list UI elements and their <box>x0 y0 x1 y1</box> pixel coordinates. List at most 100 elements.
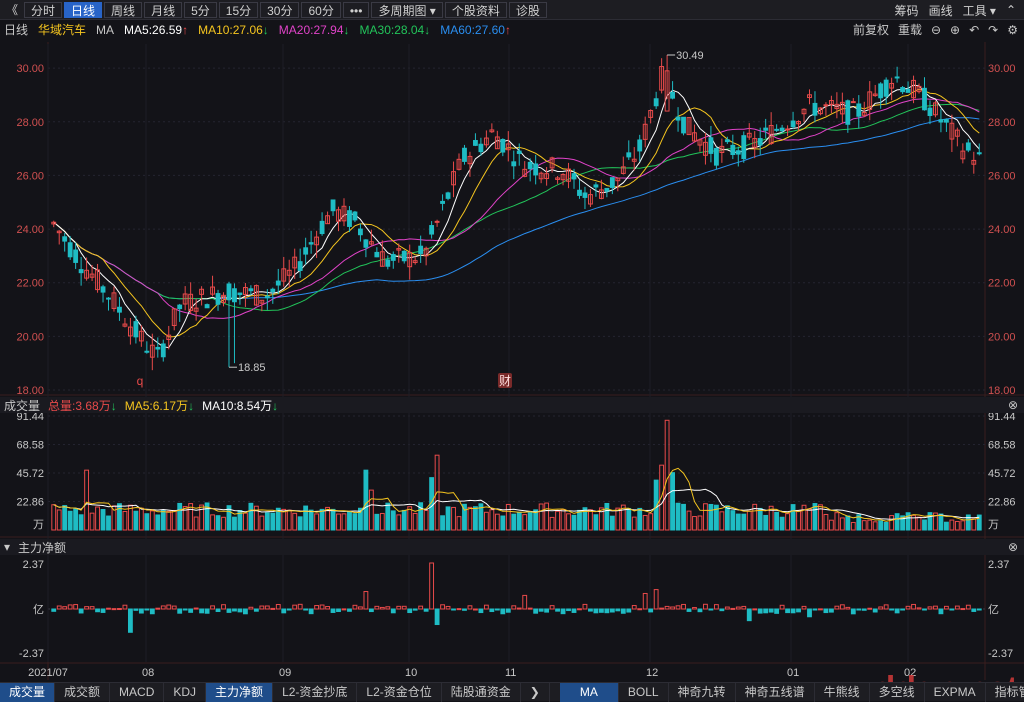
candle-body <box>270 288 276 293</box>
toolbar-right-3[interactable]: ⌃ <box>1006 3 1016 17</box>
indicator-tab-2[interactable]: MACD <box>110 682 165 702</box>
flow-bar <box>341 608 347 611</box>
volume-bar <box>281 508 287 531</box>
volume-bar <box>232 516 237 531</box>
volume-bar <box>620 504 626 531</box>
stock-chart[interactable]: 30.00 30.00 28.00 28.00 26.00 26.00 24.00 24.00… <box>0 0 1024 701</box>
volume-bar <box>204 502 210 531</box>
undo-icon[interactable]: ↶ <box>969 23 979 37</box>
indicator-tab-15[interactable]: EXPMA <box>925 682 986 702</box>
period-toolbar: 《 分时 日线 周线 月线 5分 15分 30分 60分 ••• 多周期图 ▾ 个股资料 诊股 筹码画… <box>0 0 1024 20</box>
indicator-tab-8[interactable]: ❯ <box>521 682 550 702</box>
period-button-11[interactable]: 诊股 <box>508 1 547 18</box>
flow-bar <box>221 604 226 610</box>
volume-bar <box>703 503 708 531</box>
indicator-tab-11[interactable]: 神奇九转 <box>669 682 736 702</box>
flow-title[interactable]: 主力净额 <box>18 539 66 556</box>
toolbar-right-0[interactable]: 筹码 <box>895 2 919 19</box>
period-button-4[interactable]: 5分 <box>184 1 217 18</box>
volume-bar <box>138 507 144 531</box>
indicator-tab-7[interactable]: 陆股通资金 <box>442 682 521 702</box>
candle-body <box>423 247 429 257</box>
period-button-6[interactable]: 30分 <box>260 1 300 18</box>
indicator-tab-6[interactable]: L2-资金仓位 <box>357 682 442 702</box>
indicator-tab-9[interactable]: MA <box>559 682 619 702</box>
candle-body <box>171 308 177 327</box>
volume-bar <box>242 512 248 531</box>
period-button-5[interactable]: 15分 <box>218 1 259 18</box>
period-button-1[interactable]: 日线 <box>64 1 103 18</box>
candle-body <box>73 249 79 263</box>
zoom-out-icon[interactable]: ⊖ <box>931 23 941 37</box>
candle-body <box>308 242 314 245</box>
period-button-0[interactable]: 分时 <box>24 1 63 18</box>
indicator-tab-0[interactable]: 成交量 <box>0 682 56 702</box>
flow-bar <box>117 608 122 611</box>
candle-body <box>210 286 215 295</box>
x-label: 12 <box>646 667 658 679</box>
volume-bar <box>681 503 686 531</box>
flow-bar <box>505 608 511 613</box>
candle-body <box>922 87 927 111</box>
flow-bar <box>664 605 670 610</box>
period-button-8[interactable]: ••• <box>342 1 370 18</box>
period-button-10[interactable]: 个股资料 <box>444 1 507 18</box>
period-button-3[interactable]: 月线 <box>144 1 183 18</box>
volume-bar <box>763 514 769 531</box>
back-icon[interactable]: 《 <box>2 1 23 18</box>
volume-title[interactable]: 成交量 <box>4 397 40 414</box>
indicator-tab-1[interactable]: 成交额 <box>55 682 111 702</box>
volume-ma5-line <box>53 467 980 522</box>
adjust-toggle[interactable]: 前复权 <box>853 21 889 38</box>
volume-bar <box>89 512 95 531</box>
zoom-in-icon[interactable]: ⊕ <box>950 23 960 37</box>
candle-body <box>478 143 484 153</box>
stock-name[interactable]: 华域汽车 <box>38 21 86 38</box>
volume-bar <box>221 516 226 531</box>
volume-bar <box>275 507 281 531</box>
ma-label[interactable]: MA <box>96 23 114 37</box>
collapse-icon[interactable]: ▾ <box>4 540 10 554</box>
period-button-2[interactable]: 周线 <box>104 1 143 18</box>
flow-bar <box>78 608 84 614</box>
flow-bar <box>188 608 194 613</box>
indicator-tab-12[interactable]: 神奇五线谱 <box>736 682 815 702</box>
redo-icon[interactable]: ↷ <box>988 23 998 37</box>
indicator-tab-4[interactable]: 主力净额 <box>206 682 274 702</box>
flow-bar <box>429 562 435 610</box>
settings-icon[interactable]: ⚙ <box>1007 23 1018 37</box>
toolbar-right-2[interactable]: 工具 ▾ <box>963 2 996 19</box>
candle-body <box>253 285 259 306</box>
candle-body <box>620 166 626 174</box>
volume-bar <box>943 521 949 531</box>
flow-bar <box>878 606 884 610</box>
indicator-tab-16[interactable]: 指标管理 <box>986 683 1024 702</box>
period-button-7[interactable]: 60分 <box>301 1 341 18</box>
candle-body <box>872 93 878 97</box>
flow-bar <box>735 606 741 610</box>
flow-bar <box>527 607 533 610</box>
indicator-tab-3[interactable]: KDJ <box>164 682 207 702</box>
period-button-9[interactable]: 多周期图 ▾ <box>371 1 443 18</box>
reload-button[interactable]: 重载 <box>898 21 922 38</box>
toolbar-right-1[interactable]: 画线 <box>929 2 953 19</box>
candle-body <box>500 138 506 153</box>
indicator-tab-10[interactable]: BOLL <box>619 682 669 702</box>
period-label: 日线 <box>4 23 29 37</box>
indicator-tab-5[interactable]: L2-资金抄底 <box>273 682 358 702</box>
indicator-tab-14[interactable]: 多空线 <box>870 682 925 702</box>
flow-bar <box>976 608 982 611</box>
close-volume-icon[interactable]: ⊗ <box>1008 398 1018 412</box>
candle-body <box>429 225 435 235</box>
volume-tick-right: 68.58 <box>988 440 1016 452</box>
volume-bar <box>790 504 796 531</box>
candle-body <box>379 251 385 267</box>
ma5-line <box>53 84 980 349</box>
flow-bar <box>445 605 451 610</box>
candle-body <box>741 135 747 160</box>
indicator-tab-13[interactable]: 牛熊线 <box>815 682 870 702</box>
flow-bar <box>259 605 265 610</box>
flow-bar <box>555 608 560 612</box>
close-flow-icon[interactable]: ⊗ <box>1008 540 1018 554</box>
price-tick-right: 18.00 <box>988 385 1016 397</box>
